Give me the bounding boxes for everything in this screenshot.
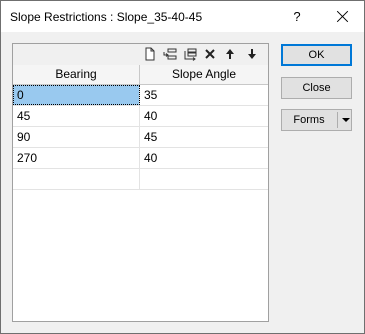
close-window-icon[interactable]: [326, 2, 360, 31]
close-button[interactable]: Close: [281, 77, 352, 99]
column-header-slope-angle[interactable]: Slope Angle: [140, 65, 268, 85]
new-row-icon[interactable]: [141, 46, 159, 63]
window-title: Slope Restrictions : Slope_35-40-45: [10, 10, 203, 24]
column-header-bearing[interactable]: Bearing: [13, 65, 140, 85]
table-cell[interactable]: 35: [140, 85, 268, 105]
table-cell[interactable]: 45: [140, 127, 268, 147]
move-down-icon[interactable]: [243, 46, 261, 63]
move-up-icon[interactable]: [221, 46, 239, 63]
table-cell[interactable]: 40: [140, 148, 268, 168]
slope-restrictions-dialog: Slope Restrictions : Slope_35-40-45 ? Be…: [0, 0, 365, 334]
chevron-down-icon[interactable]: [342, 118, 350, 122]
table-row: 90 45: [13, 127, 268, 148]
split-divider: [337, 112, 338, 128]
table-cell[interactable]: 0: [13, 85, 140, 105]
table-row-new: [13, 169, 268, 190]
insert-row-icon[interactable]: [161, 46, 179, 63]
table-row: 0 35: [13, 85, 268, 106]
forms-label: Forms: [293, 114, 325, 126]
append-row-icon[interactable]: [181, 46, 199, 63]
table-cell[interactable]: [140, 169, 268, 189]
delete-row-icon[interactable]: [201, 46, 219, 63]
title-bar: Slope Restrictions : Slope_35-40-45 ?: [1, 1, 364, 32]
grid-toolbar: [13, 44, 268, 65]
help-button[interactable]: ?: [282, 2, 312, 31]
table-cell[interactable]: 45: [13, 106, 140, 126]
forms-button[interactable]: Forms: [281, 109, 352, 131]
restrictions-grid: Bearing Slope Angle 0 35 45 40 90 45 270…: [12, 43, 269, 322]
table-cell[interactable]: 90: [13, 127, 140, 147]
table-cell[interactable]: [13, 169, 140, 189]
table-cell[interactable]: 270: [13, 148, 140, 168]
ok-button[interactable]: OK: [281, 44, 352, 66]
table-row: 45 40: [13, 106, 268, 127]
table-row: 270 40: [13, 148, 268, 169]
table-cell[interactable]: 40: [140, 106, 268, 126]
